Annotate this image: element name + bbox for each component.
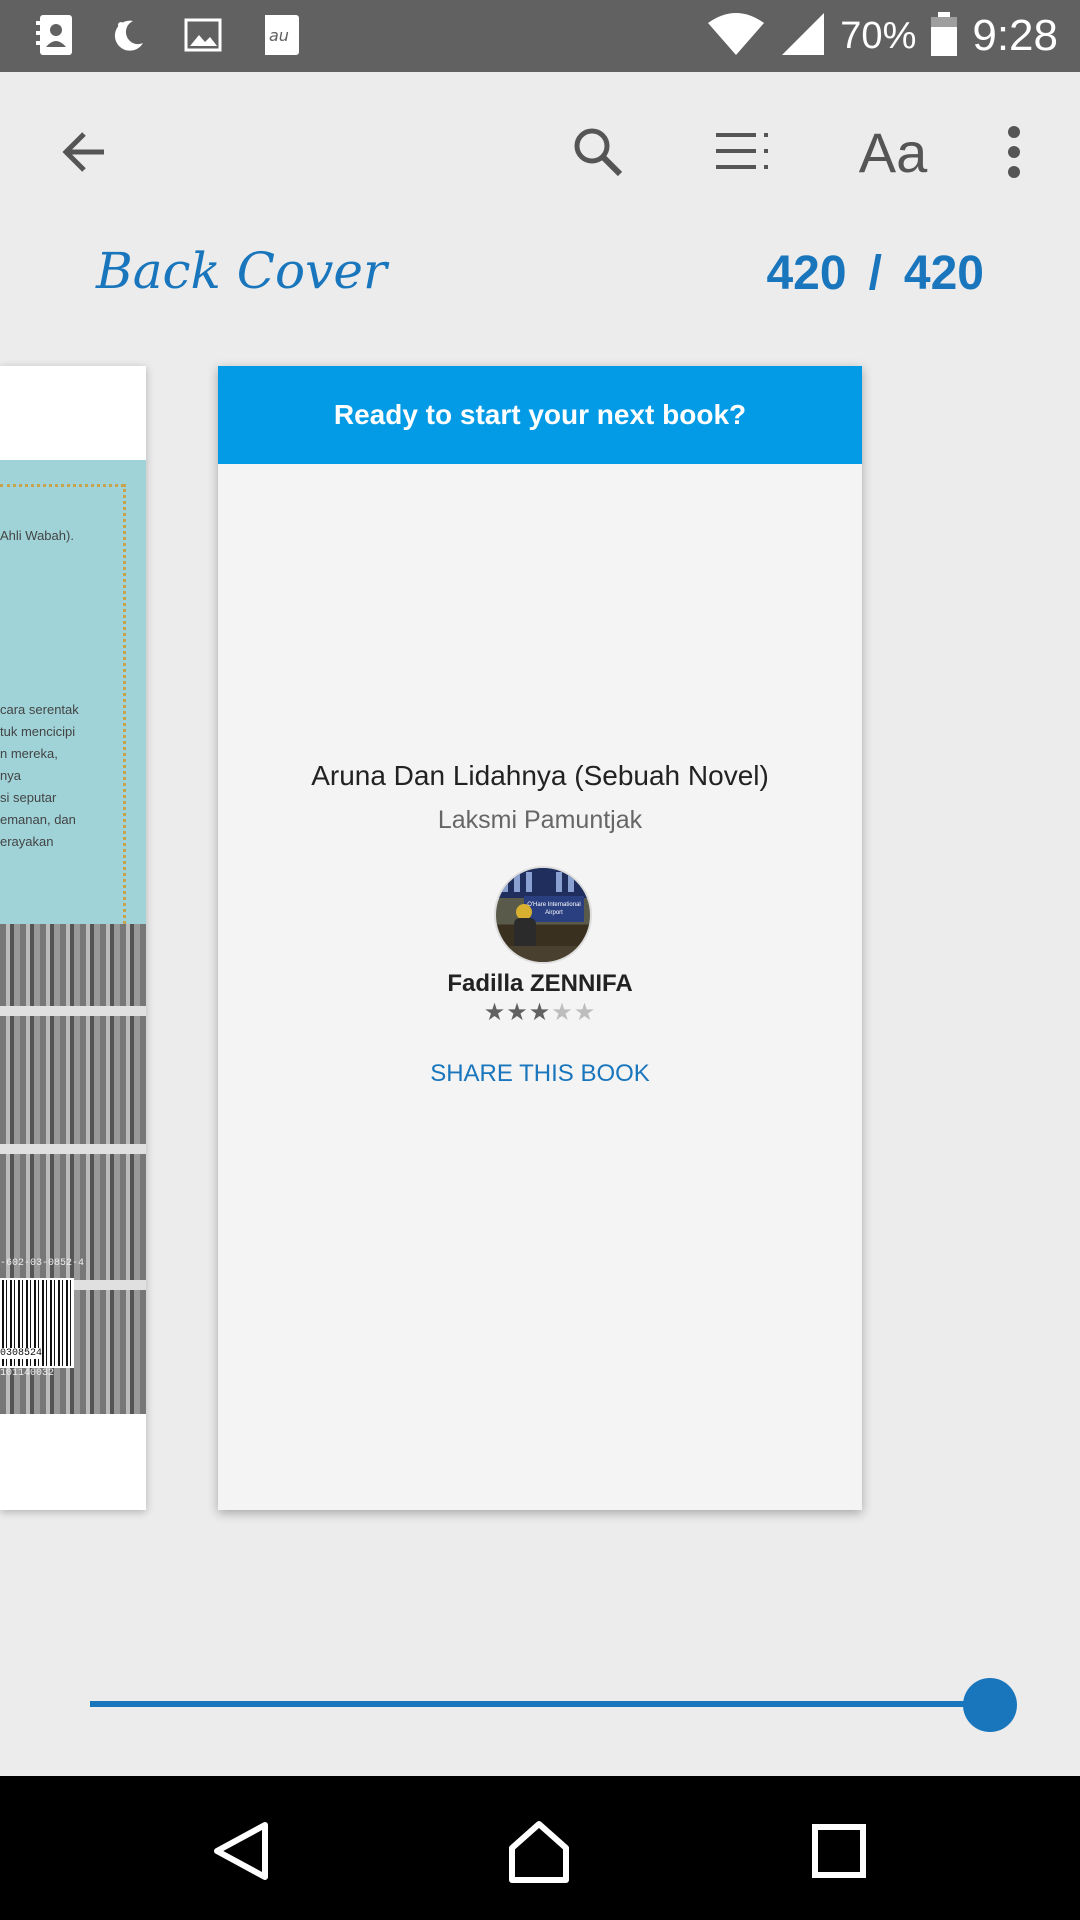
cover-text-line: emanan, dan bbox=[0, 812, 76, 827]
back-cover-page[interactable]: Ahli Wabah). cara serentak tuk mencicipi… bbox=[0, 366, 146, 1510]
status-notification-icons: au bbox=[30, 10, 302, 60]
book-title[interactable]: Aruna Dan Lidahnya (Sebuah Novel) bbox=[218, 760, 862, 792]
star-filled-icon: ★ bbox=[506, 998, 529, 1026]
reviewer-avatar[interactable]: O'Hare International Airport bbox=[494, 866, 592, 964]
cover-text-line: si seputar bbox=[0, 790, 57, 805]
nav-home-icon bbox=[509, 1821, 569, 1883]
nav-home-button[interactable] bbox=[504, 1816, 574, 1886]
search-button[interactable] bbox=[558, 112, 638, 192]
night-mode-icon bbox=[104, 10, 154, 60]
search-icon bbox=[574, 128, 623, 177]
au-app-icon: au bbox=[252, 10, 302, 60]
book-author[interactable]: Laksmi Pamuntjak bbox=[218, 806, 862, 835]
next-book-card: Ready to start your next book? Aruna Dan… bbox=[218, 366, 862, 1510]
wifi-icon bbox=[706, 11, 766, 62]
cover-text-line: cara serentak bbox=[0, 702, 79, 717]
contents-button[interactable] bbox=[704, 112, 784, 192]
barcode-number: 0308524 bbox=[0, 1348, 43, 1359]
image-notification-icon bbox=[178, 10, 228, 60]
cover-text-line: nya bbox=[0, 768, 21, 783]
battery-percent: 70% bbox=[840, 14, 917, 57]
total-pages: 420 bbox=[903, 247, 984, 300]
signal-icon bbox=[780, 11, 826, 62]
star-empty-icon: ★ bbox=[551, 998, 574, 1026]
star-empty-icon: ★ bbox=[573, 998, 597, 1026]
cover-dotted-border bbox=[0, 484, 124, 487]
page-separator: / bbox=[868, 247, 882, 300]
status-system-icons: 70% 9:28 bbox=[706, 0, 1058, 72]
display-options-button[interactable]: Aa bbox=[848, 112, 938, 192]
next-book-header: Ready to start your next book? bbox=[218, 366, 862, 464]
back-button[interactable] bbox=[44, 112, 124, 192]
page-slider-track[interactable] bbox=[90, 1701, 990, 1707]
clock: 9:28 bbox=[972, 11, 1058, 60]
nav-back-icon bbox=[214, 1822, 268, 1880]
rating-stars: ★★★★★ bbox=[218, 998, 862, 1026]
nav-recents-button[interactable] bbox=[804, 1816, 874, 1886]
cover-text-line: Ahli Wabah). bbox=[0, 528, 74, 543]
table-of-contents-icon bbox=[716, 133, 768, 169]
reader-toolbar: Aa bbox=[0, 72, 1080, 240]
page-slider-thumb[interactable] bbox=[963, 1678, 1017, 1732]
cover-text-line: erayakan bbox=[0, 834, 54, 849]
more-options-button[interactable] bbox=[974, 112, 1054, 192]
status-bar: au 70% 9:28 bbox=[0, 0, 1080, 72]
star-filled-icon: ★ bbox=[528, 998, 552, 1026]
isbn-text: -602-03-0852-4 bbox=[0, 1258, 85, 1269]
avatar-caption-1: O'Hare International bbox=[527, 902, 581, 908]
shelf-board bbox=[0, 1006, 146, 1016]
contacts-notification-icon bbox=[30, 10, 80, 60]
navigation-bar bbox=[0, 1776, 1080, 1920]
arrow-left-icon bbox=[62, 132, 104, 172]
page-indicator: 420 / 420 bbox=[766, 246, 984, 301]
reviewer-name: Fadilla ZENNIFA bbox=[447, 970, 633, 997]
nav-back-button[interactable] bbox=[206, 1816, 276, 1886]
share-this-book-button[interactable]: SHARE THIS BOOK bbox=[218, 1060, 862, 1088]
avatar-caption-2: Airport bbox=[545, 910, 563, 916]
current-page: 420 bbox=[766, 247, 847, 300]
cover-text-line: n mereka, bbox=[0, 746, 58, 761]
nav-recents-icon bbox=[812, 1824, 866, 1878]
shelf-board bbox=[0, 1144, 146, 1154]
chapter-title: Back Cover bbox=[96, 242, 387, 300]
star-filled-icon: ★ bbox=[483, 998, 507, 1026]
svg-text:au: au bbox=[269, 26, 289, 45]
isbn-bottom-text: 101140032 bbox=[0, 1368, 55, 1379]
battery-icon bbox=[930, 11, 958, 62]
cover-text-line: tuk mencicipi bbox=[0, 724, 76, 739]
more-vertical-icon bbox=[1008, 126, 1020, 178]
